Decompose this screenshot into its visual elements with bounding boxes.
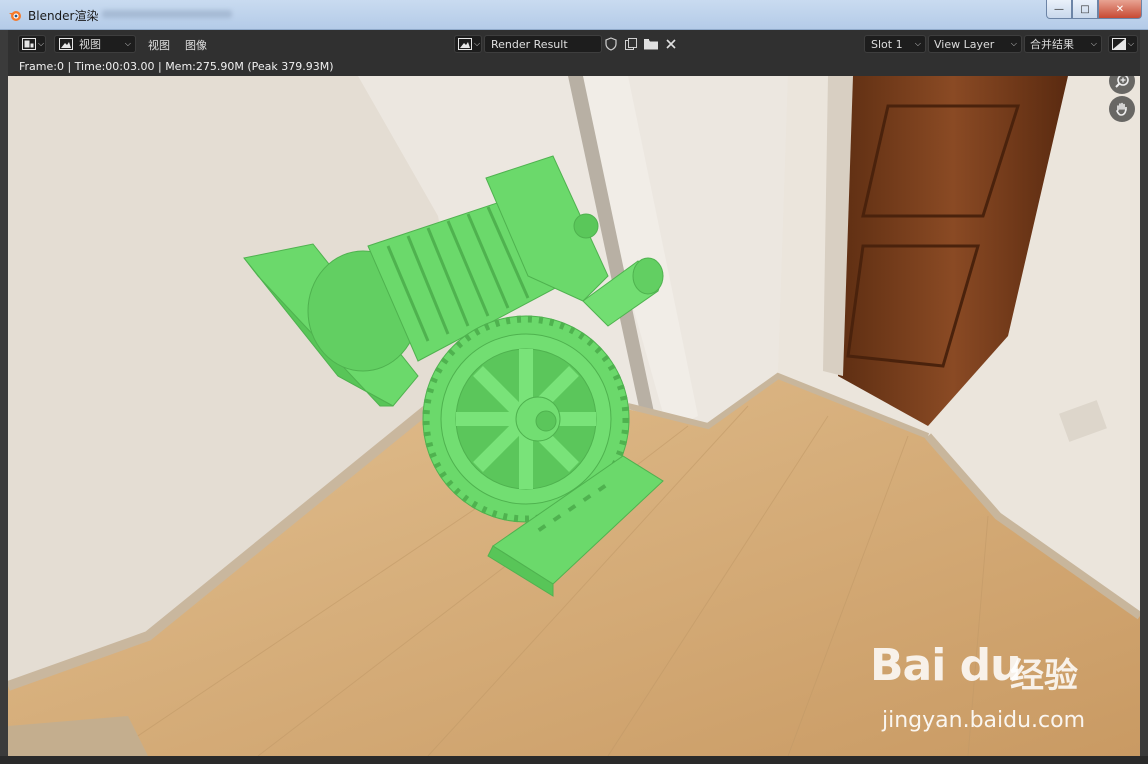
image-name-field[interactable]: Render Result <box>484 35 602 53</box>
close-icon[interactable] <box>662 35 680 53</box>
image-icon <box>59 38 73 50</box>
chevron-down-icon: ⌵ <box>474 39 481 48</box>
left-border <box>0 30 8 756</box>
view-mode-label: 视图 <box>79 38 101 51</box>
image-editor-icon <box>22 38 36 50</box>
menu-image[interactable]: 图像 <box>185 37 207 53</box>
window-titlebar: Blender渲染 — □ ✕ <box>0 0 1148 30</box>
display-channels-icon <box>1112 38 1126 50</box>
view-mode-dropdown[interactable]: 视图 ⌵ <box>54 35 136 53</box>
render-pass-dropdown[interactable]: 合并结果 ⌵ <box>1024 35 1102 53</box>
chevron-down-icon: ⌵ <box>914 39 921 48</box>
baidu-watermark-jingyan: 经验 <box>1010 656 1078 696</box>
chevron-down-icon: ⌵ <box>1090 39 1097 48</box>
render-info-bar: Frame:0 | Time:00:03.00 | Mem:275.90M (P… <box>8 58 1140 76</box>
window-controls: — □ ✕ <box>1046 0 1142 20</box>
fake-user-shield-icon[interactable] <box>602 35 620 53</box>
image-editor-header: ⌵ 视图 ⌵ 视图 图像 ⌵ Render Result Slot 1 ⌵ Vi… <box>8 30 1140 58</box>
menu-view[interactable]: 视图 <box>148 37 170 53</box>
pan-hand-icon[interactable] <box>1109 96 1135 122</box>
view-layer-dropdown[interactable]: View Layer ⌵ <box>928 35 1022 53</box>
right-border <box>1140 30 1148 756</box>
slot-dropdown[interactable]: Slot 1 ⌵ <box>864 35 926 53</box>
render-pass-label: 合并结果 <box>1030 38 1074 51</box>
blender-icon <box>9 11 21 21</box>
browse-image-dropdown[interactable]: ⌵ <box>454 35 482 53</box>
baidu-watermark-logo: Bai du <box>870 640 1021 691</box>
image-icon <box>458 38 472 50</box>
chevron-down-icon: ⌵ <box>1010 39 1017 48</box>
render-info-text: Frame:0 | Time:00:03.00 | Mem:275.90M (P… <box>19 60 334 73</box>
baidu-watermark-url: jingyan.baidu.com <box>882 708 1086 733</box>
blurred-path <box>102 10 232 18</box>
window-title: Blender渲染 <box>28 9 99 23</box>
chevron-down-icon: ⌵ <box>124 39 131 48</box>
close-window-button[interactable]: ✕ <box>1098 0 1142 19</box>
bottom-border <box>0 756 1148 764</box>
minimize-button[interactable]: — <box>1046 0 1072 19</box>
duplicate-icon[interactable] <box>622 35 640 53</box>
view-layer-label: View Layer <box>934 37 995 51</box>
folder-icon[interactable] <box>642 35 660 53</box>
chevron-down-icon: ⌵ <box>1128 39 1135 48</box>
slot-label: Slot 1 <box>871 37 903 51</box>
maximize-button[interactable]: □ <box>1072 0 1098 19</box>
display-channels-dropdown[interactable]: ⌵ <box>1108 35 1138 53</box>
editor-type-button[interactable]: ⌵ <box>18 35 46 53</box>
chevron-down-icon: ⌵ <box>38 39 45 48</box>
